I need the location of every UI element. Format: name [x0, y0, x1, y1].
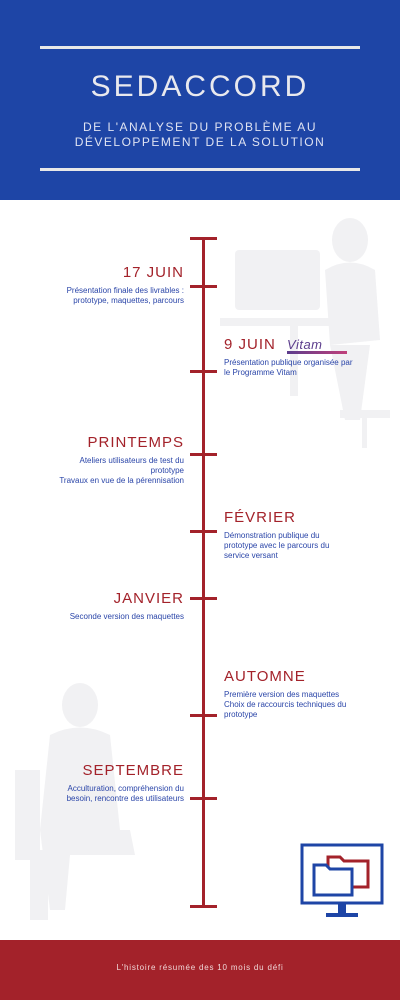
timeline-tick-bottom	[190, 905, 217, 908]
event-desc-line: prototype avec le parcours du	[224, 541, 330, 550]
event-title: 17 JUIN	[122, 264, 184, 281]
event-description: Ateliers utilisateurs de test du prototy…	[59, 456, 184, 486]
event-desc-line: Présentation publique organisée par	[224, 358, 353, 368]
event-title: 9 JUIN	[224, 336, 276, 353]
timeline-tick-printemps	[190, 453, 217, 456]
timeline-event-automne: AUTOMNE Première version des maquettes C…	[224, 668, 346, 720]
timeline-event-17-juin: 17 JUIN Présentation finale des livrable…	[67, 264, 184, 306]
timeline-tick-janvier	[190, 597, 217, 600]
footer-banner: L'histoire résumée des 10 mois du défi	[0, 940, 400, 1000]
subtitle-line-1: DE L'ANALYSE DU PROBLÈME AU	[83, 120, 317, 134]
event-desc-line: besoin, rencontre des utilisateurs	[66, 794, 184, 803]
computer-folders-icon	[300, 843, 384, 917]
event-description: Présentation finale des livrables : prot…	[67, 286, 184, 306]
woman-at-desk-illustration	[220, 218, 390, 448]
vitam-logo-bar	[287, 351, 348, 355]
timeline-tick-top	[190, 237, 217, 240]
event-desc-line: Présentation finale des livrables :	[66, 286, 184, 295]
timeline-event-9-juin: 9 JUIN Vitam Présentation publique organ…	[224, 336, 353, 378]
page-title: SEDACCORD	[90, 70, 310, 103]
vitam-logo-text: Vitam	[287, 337, 323, 353]
event-desc-line: Acculturation, compréhension du	[67, 784, 184, 793]
header-rule-bottom	[40, 168, 360, 171]
timeline-event-janvier: JANVIER Seconde version des maquettes	[70, 590, 184, 622]
event-description: Première version des maquettes Choix de …	[224, 690, 346, 720]
event-desc-line: Seconde version des maquettes	[69, 612, 184, 621]
event-title: PRINTEMPS	[87, 434, 184, 451]
seated-person-illustration	[15, 683, 135, 920]
page-subtitle: DE L'ANALYSE DU PROBLÈME AU DÉVELOPPEMEN…	[50, 120, 350, 150]
vitam-logo: Vitam	[287, 336, 348, 355]
timeline-event-printemps: PRINTEMPS Ateliers utilisateurs de test …	[59, 434, 184, 486]
event-title: JANVIER	[113, 590, 184, 607]
timeline-tick-9-juin	[190, 370, 217, 373]
event-desc-line: Choix de raccourcis techniques du	[224, 700, 347, 709]
event-desc-line: Ateliers utilisateurs de test du	[79, 456, 185, 465]
timeline-tick-17-juin	[190, 285, 217, 288]
timeline-axis	[202, 237, 205, 907]
event-description: Démonstration publique du prototype avec…	[224, 531, 329, 561]
event-desc-line: Première version des maquettes	[224, 690, 340, 699]
event-title-row: 9 JUIN Vitam	[224, 336, 353, 355]
event-desc-line: le Programme Vitam	[224, 368, 297, 378]
timeline-event-septembre: SEPTEMBRE Acculturation, compréhension d…	[67, 762, 184, 804]
event-description: Acculturation, compréhension du besoin, …	[67, 784, 184, 804]
event-description: Présentation publique organisée par le P…	[224, 358, 353, 378]
header-rule-top	[40, 46, 360, 49]
footer-text: L'histoire résumée des 10 mois du défi	[116, 963, 284, 972]
event-desc-line: Travaux en vue de la pérennisation	[59, 476, 184, 485]
event-title: SEPTEMBRE	[82, 762, 184, 779]
timeline-tick-septembre	[190, 797, 217, 800]
header-banner: SEDACCORD DE L'ANALYSE DU PROBLÈME AU DÉ…	[0, 0, 400, 200]
event-desc-line: Démonstration publique du	[224, 531, 320, 540]
subtitle-line-2: DÉVELOPPEMENT DE LA SOLUTION	[74, 135, 326, 149]
timeline-tick-fevrier	[190, 530, 217, 533]
event-title: AUTOMNE	[224, 668, 306, 685]
event-desc-line: prototype, maquettes, parcours	[73, 296, 184, 305]
timeline-tick-automne	[190, 714, 217, 717]
timeline-event-fevrier: FÉVRIER Démonstration publique du protot…	[224, 509, 329, 561]
event-description: Seconde version des maquettes	[70, 612, 184, 622]
event-desc-line: prototype	[150, 466, 184, 475]
event-title: FÉVRIER	[224, 509, 297, 526]
event-desc-line: service versant	[224, 551, 278, 560]
event-desc-line: prototype	[224, 710, 258, 719]
